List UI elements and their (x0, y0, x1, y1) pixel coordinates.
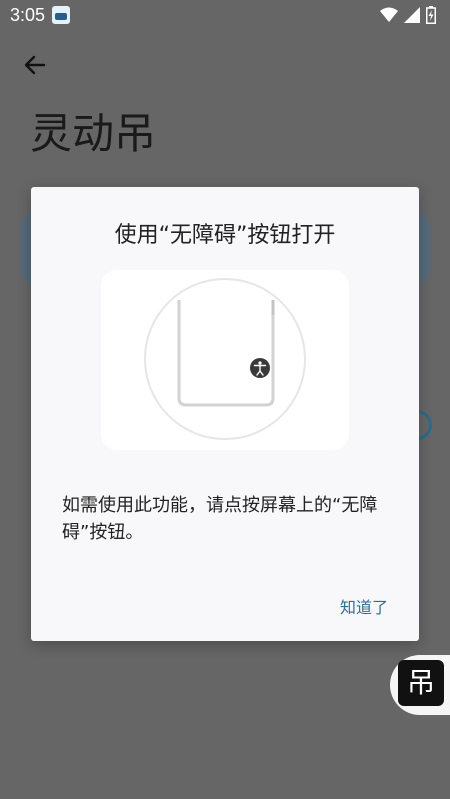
wifi-icon (380, 7, 398, 22)
floating-widget-label: 吊 (398, 660, 444, 706)
status-icons (380, 6, 436, 24)
dialog-title: 使用“无障碍”按钮打开 (114, 223, 336, 248)
status-bar: 3:05 (0, 0, 450, 32)
app-notification-icon (52, 6, 70, 24)
got-it-button[interactable]: 知道了 (340, 594, 388, 618)
accessibility-icon (250, 358, 270, 378)
floating-widget[interactable]: 吊 (390, 655, 450, 715)
arrow-left-icon[interactable] (22, 52, 48, 78)
page-title: 灵动吊 (30, 109, 157, 158)
illustration (101, 270, 349, 450)
battery-charging-icon (426, 6, 436, 24)
signal-icon (404, 7, 420, 23)
status-time: 3:05 (10, 5, 46, 25)
dialog-message: 如需使用此功能，请点按屏幕上的“无障碍”按钮。 (62, 495, 378, 543)
accessibility-dialog: 使用“无障碍”按钮打开 如需使用此功能，请点按屏幕上的“无障碍”按钮。 知道了 (31, 187, 419, 641)
